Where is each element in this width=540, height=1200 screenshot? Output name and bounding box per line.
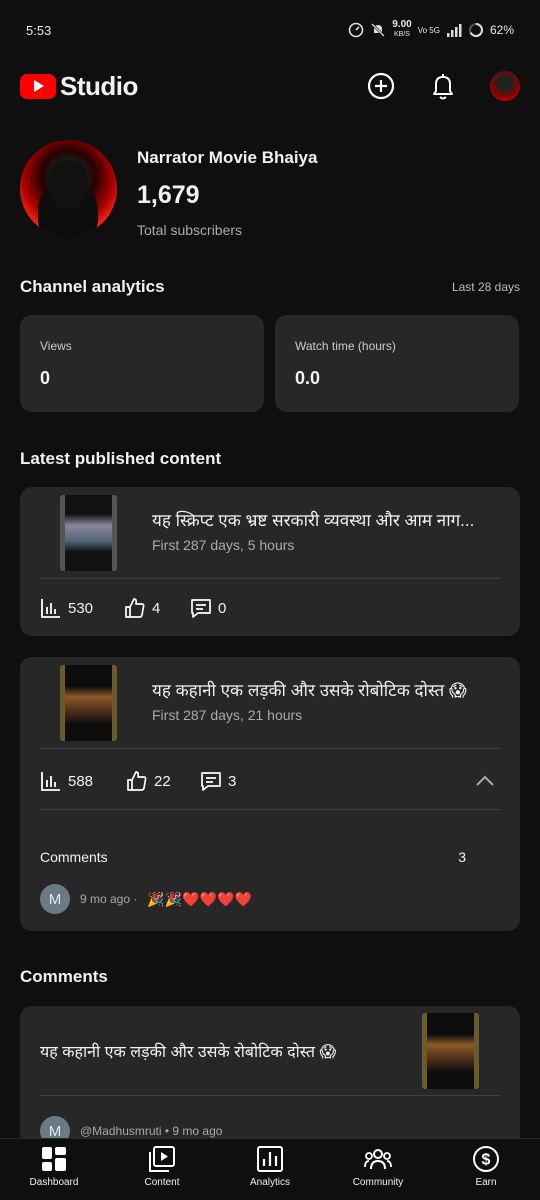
thumbs-up-icon [125,598,145,618]
nav-dashboard[interactable]: Dashboard [4,1145,104,1200]
network-type: Vo 5G [417,25,440,35]
views-metric: 530 [40,597,124,619]
mute-icon [371,23,386,37]
latest-header: Latest published content [20,449,520,469]
comment-icon [191,599,211,618]
bar-chart-icon [41,772,60,791]
status-time: 5:53 [26,22,52,38]
commenter-avatar: M [40,884,70,914]
thumbs-up-icon [127,771,147,791]
youtube-logo-icon [20,73,56,99]
comment-icon [201,772,221,791]
status-bar: 5:53 9.00 KB/S Vo 5G 62% [0,0,540,60]
watch-time-value: 0.0 [295,368,321,388]
studio-logo[interactable]: Studio [20,71,138,102]
notifications-button[interactable] [428,71,458,101]
views-card[interactable]: Views 0 [20,315,264,412]
nav-analytics[interactable]: Analytics [220,1145,320,1200]
bottom-nav: Dashboard Content Analytics Community $ … [0,1138,540,1200]
community-icon [364,1149,392,1170]
latest-title: Latest published content [20,449,222,468]
video-age: First 287 days, 21 hours [152,707,303,723]
nav-content[interactable]: Content [112,1145,212,1200]
battery-icon [468,23,483,37]
account-avatar[interactable] [490,71,520,101]
net-speed: 9.00 KB/S [392,19,412,39]
create-button[interactable] [366,71,396,101]
comments-metric: 0 [190,597,226,619]
comment-time: 9 mo ago · [80,892,138,906]
likes-metric: 22 [126,770,200,792]
channel-avatar [20,140,117,237]
comment-text: 🎉🎉❤️❤️❤️❤️ [147,890,252,907]
comments-title: Comments [20,967,108,986]
nav-community[interactable]: Community [328,1145,428,1200]
comment-video-thumbnail[interactable] [422,1013,479,1089]
subscriber-label: Total subscribers [137,222,243,238]
video-age: First 287 days, 5 hours [152,537,295,553]
comment-author: @Madhusmruti • 9 mo ago [80,1124,223,1138]
views-metric: 588 [40,770,126,792]
bar-chart-icon [41,599,60,618]
views-value: 0 [40,368,51,388]
comments-header: Comments [20,967,520,987]
latest-comment[interactable]: M 9 mo ago · 🎉🎉❤️❤️❤️❤️ [40,884,252,914]
watch-time-card[interactable]: Watch time (hours) 0.0 [275,315,519,412]
comments-count: 3 [458,849,466,865]
likes-metric: 4 [124,597,190,619]
channel-name: Narrator Movie Bhaiya [137,148,318,167]
comment-video-title: यह कहानी एक लड़की और उसके रोबोटिक दोस्त … [40,1044,337,1061]
views-label: Views [40,339,72,353]
video-title[interactable]: यह कहानी एक लड़की और उसके रोबोटिक दोस्त … [152,678,498,701]
analytics-period: Last 28 days [451,280,520,294]
content-card-expanded[interactable]: यह कहानी एक लड़की और उसके रोबोटिक दोस्त … [20,657,520,931]
analytics-title: Channel analytics [20,277,165,296]
video-title[interactable]: यह स्क्रिप्ट एक भ्रष्ट सरकारी व्यवस्था औ… [152,508,498,531]
add-circle-icon [367,72,395,100]
channel-header: Narrator Movie Bhaiya 1,679 Total subscr… [20,140,317,238]
nav-earn[interactable]: $ Earn [436,1145,536,1200]
content-icon [149,1146,175,1172]
battery-level: 62% [489,23,514,37]
video-thumbnail[interactable] [60,665,117,741]
chevron-up-icon[interactable] [474,770,496,792]
analytics-icon [257,1146,283,1172]
signal-icon [446,24,462,37]
speed-dial-icon [348,22,364,38]
subscriber-count: 1,679 [137,181,200,209]
earn-icon: $ [473,1146,499,1172]
app-bar: Studio [0,62,540,110]
svg-text:$: $ [482,1152,491,1169]
comment-card[interactable]: यह कहानी एक लड़की और उसके रोबोटिक दोस्त … [20,1006,520,1156]
watch-time-label: Watch time (hours) [295,339,396,353]
video-thumbnail[interactable] [60,495,117,571]
analytics-header: Channel analytics Last 28 days [20,277,520,297]
dashboard-icon [42,1147,66,1171]
comments-metric: 3 [200,770,236,792]
bell-icon [433,74,453,100]
comments-label: Comments [40,849,108,865]
content-card[interactable]: यह स्क्रिप्ट एक भ्रष्ट सरकारी व्यवस्था औ… [20,487,520,636]
